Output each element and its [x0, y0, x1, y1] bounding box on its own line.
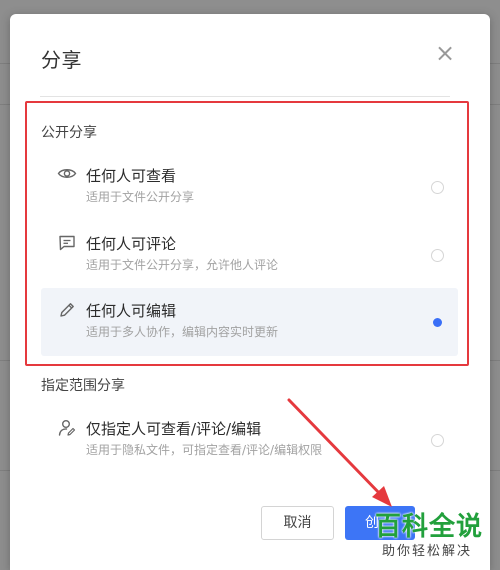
option-specified-people[interactable]: 仅指定人可查看/评论/编辑 适用于隐私文件，可指定查看/评论/编辑权限 [41, 406, 458, 474]
option-description: 适用于隐私文件，可指定查看/评论/编辑权限 [86, 443, 323, 457]
option-description: 适用于多人协作，编辑内容实时更新 [86, 325, 279, 339]
radio-anyone-view[interactable] [431, 181, 444, 194]
option-title: 任何人可查看 [86, 167, 177, 185]
radio-anyone-edit[interactable] [431, 316, 444, 329]
option-anyone-comment[interactable]: 任何人可评论 适用于文件公开分享，允许他人评论 [41, 221, 458, 289]
option-description: 适用于文件公开分享，允许他人评论 [86, 258, 279, 272]
option-description: 适用于文件公开分享 [86, 190, 195, 204]
share-dialog: 分享 × 公开分享 任何人可查看 适用于文件公开分享 任何人可评论 适用于文件公… [10, 14, 490, 570]
watermark-subtitle: 助你轻松解决 [382, 544, 473, 559]
option-anyone-edit[interactable]: 任何人可编辑 适用于多人协作，编辑内容实时更新 [41, 288, 458, 356]
cancel-button[interactable]: 取消 [261, 506, 334, 540]
option-title: 任何人可评论 [86, 235, 177, 253]
pencil-icon [57, 300, 77, 320]
public-share-label: 公开分享 [41, 125, 97, 141]
dialog-title: 分享 [41, 48, 82, 72]
watermark-logo: 百科全说 [375, 512, 484, 542]
option-anyone-view[interactable]: 任何人可查看 适用于文件公开分享 [41, 153, 458, 221]
close-icon[interactable]: × [434, 41, 456, 65]
title-divider [40, 96, 450, 97]
specified-share-label: 指定范围分享 [41, 378, 125, 394]
option-title: 任何人可编辑 [86, 302, 177, 320]
eye-icon [57, 165, 77, 185]
user-edit-icon [57, 418, 77, 438]
radio-specified-people[interactable] [431, 434, 444, 447]
option-title: 仅指定人可查看/评论/编辑 [86, 420, 262, 438]
radio-anyone-comment[interactable] [431, 249, 444, 262]
comment-icon [57, 233, 77, 253]
